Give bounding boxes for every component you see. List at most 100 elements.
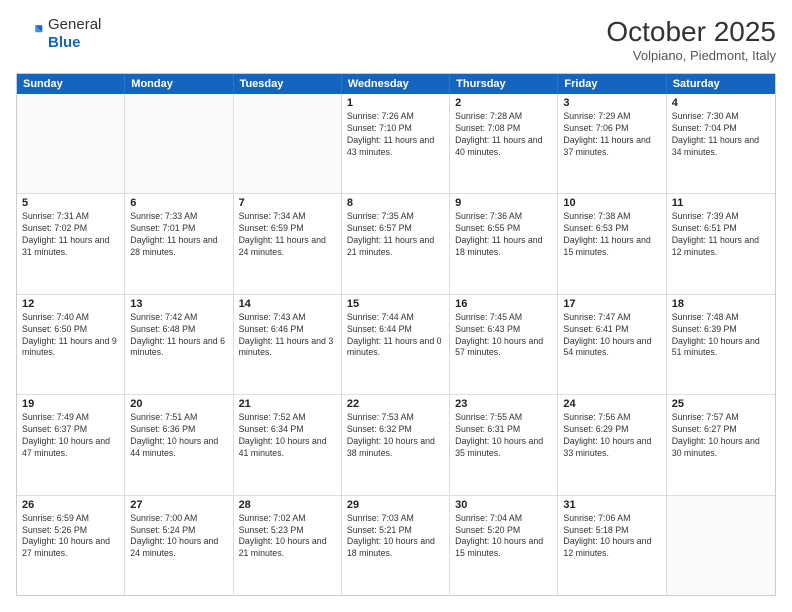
day-cell-4: 4 Sunrise: 7:30 AM Sunset: 7:04 PM Daylig… — [667, 94, 775, 193]
day-detail: Sunrise: 7:04 AM Sunset: 5:20 PM Dayligh… — [455, 513, 552, 561]
calendar-row-2: 12 Sunrise: 7:40 AM Sunset: 6:50 PM Dayli… — [17, 294, 775, 394]
day-cell-13: 13Sunrise: 7:42 AM Sunset: 6:48 PM Dayli… — [125, 295, 233, 394]
header-cell-sunday: Sunday — [17, 74, 125, 94]
day-detail: Sunrise: 7:52 AM Sunset: 6:34 PM Dayligh… — [239, 412, 336, 460]
day-cell-29: 29 Sunrise: 7:03 AM Sunset: 5:21 PM Dayli… — [342, 496, 450, 595]
day-number: 18 — [672, 298, 770, 310]
day-number: 19 — [22, 398, 119, 410]
day-cell-19: 19 Sunrise: 7:49 AM Sunset: 6:37 PM Dayli… — [17, 395, 125, 494]
day-detail: Sunrise: 7:55 AM Sunset: 6:31 PM Dayligh… — [455, 412, 552, 460]
day-detail: Sunrise: 7:38 AM Sunset: 6:53 PM Dayligh… — [563, 211, 660, 259]
day-number: 12 — [22, 298, 119, 310]
title-block: October 2025 Volpiano, Piedmont, Italy — [606, 16, 776, 63]
day-detail: Sunrise: 7:26 AM Sunset: 7:10 PM Dayligh… — [347, 111, 444, 159]
day-detail: Sunrise: 7:45 AM Sunset: 6:43 PM Dayligh… — [455, 312, 552, 360]
day-cell-2: 2 Sunrise: 7:28 AM Sunset: 7:08 PM Daylig… — [450, 94, 558, 193]
day-detail: Sunrise: 7:42 AM Sunset: 6:48 PM Dayligh… — [130, 312, 227, 360]
day-detail: Sunrise: 7:36 AM Sunset: 6:55 PM Dayligh… — [455, 211, 552, 259]
empty-cell-4-6 — [667, 496, 775, 595]
day-cell-27: 27Sunrise: 7:00 AM Sunset: 5:24 PM Dayli… — [125, 496, 233, 595]
empty-cell-0-0 — [17, 94, 125, 193]
day-cell-22: 22 Sunrise: 7:53 AM Sunset: 6:32 PM Dayli… — [342, 395, 450, 494]
page: General Blue October 2025 Volpiano, Pied… — [0, 0, 792, 612]
day-cell-8: 8Sunrise: 7:35 AM Sunset: 6:57 PM Daylig… — [342, 194, 450, 293]
day-number: 5 — [22, 197, 119, 209]
day-number: 11 — [672, 197, 770, 209]
day-cell-30: 30 Sunrise: 7:04 AM Sunset: 5:20 PM Dayli… — [450, 496, 558, 595]
day-number: 28 — [239, 499, 336, 511]
calendar-body: 1 Sunrise: 7:26 AM Sunset: 7:10 PM Daylig… — [17, 94, 775, 595]
day-number: 25 — [672, 398, 770, 410]
day-detail: Sunrise: 7:39 AM Sunset: 6:51 PM Dayligh… — [672, 211, 770, 259]
day-number: 4 — [672, 97, 770, 109]
day-number: 30 — [455, 499, 552, 511]
day-cell-23: 23Sunrise: 7:55 AM Sunset: 6:31 PM Dayli… — [450, 395, 558, 494]
day-cell-18: 18 Sunrise: 7:48 AM Sunset: 6:39 PM Dayli… — [667, 295, 775, 394]
day-cell-3: 3 Sunrise: 7:29 AM Sunset: 7:06 PM Daylig… — [558, 94, 666, 193]
day-detail: Sunrise: 7:43 AM Sunset: 6:46 PM Dayligh… — [239, 312, 336, 360]
day-cell-15: 15Sunrise: 7:44 AM Sunset: 6:44 PM Dayli… — [342, 295, 450, 394]
day-number: 14 — [239, 298, 336, 310]
day-number: 24 — [563, 398, 660, 410]
day-detail: Sunrise: 6:59 AM Sunset: 5:26 PM Dayligh… — [22, 513, 119, 561]
subtitle: Volpiano, Piedmont, Italy — [606, 48, 776, 63]
day-number: 9 — [455, 197, 552, 209]
empty-cell-0-2 — [234, 94, 342, 193]
day-number: 31 — [563, 499, 660, 511]
logo: General Blue — [16, 16, 101, 52]
logo-icon — [16, 20, 44, 48]
day-number: 8 — [347, 197, 444, 209]
header: General Blue October 2025 Volpiano, Pied… — [16, 16, 776, 63]
day-number: 22 — [347, 398, 444, 410]
day-detail: Sunrise: 7:30 AM Sunset: 7:04 PM Dayligh… — [672, 111, 770, 159]
day-detail: Sunrise: 7:06 AM Sunset: 5:18 PM Dayligh… — [563, 513, 660, 561]
calendar-row-0: 1 Sunrise: 7:26 AM Sunset: 7:10 PM Daylig… — [17, 94, 775, 193]
day-number: 3 — [563, 97, 660, 109]
day-cell-17: 17Sunrise: 7:47 AM Sunset: 6:41 PM Dayli… — [558, 295, 666, 394]
day-detail: Sunrise: 7:40 AM Sunset: 6:50 PM Dayligh… — [22, 312, 119, 360]
day-cell-28: 28 Sunrise: 7:02 AM Sunset: 5:23 PM Dayli… — [234, 496, 342, 595]
day-number: 1 — [347, 97, 444, 109]
day-number: 15 — [347, 298, 444, 310]
day-cell-1: 1 Sunrise: 7:26 AM Sunset: 7:10 PM Daylig… — [342, 94, 450, 193]
day-cell-10: 10Sunrise: 7:38 AM Sunset: 6:53 PM Dayli… — [558, 194, 666, 293]
calendar-row-1: 5Sunrise: 7:31 AM Sunset: 7:02 PM Daylig… — [17, 193, 775, 293]
day-detail: Sunrise: 7:00 AM Sunset: 5:24 PM Dayligh… — [130, 513, 227, 561]
day-detail: Sunrise: 7:49 AM Sunset: 6:37 PM Dayligh… — [22, 412, 119, 460]
day-cell-11: 11 Sunrise: 7:39 AM Sunset: 6:51 PM Dayli… — [667, 194, 775, 293]
day-number: 26 — [22, 499, 119, 511]
day-detail: Sunrise: 7:57 AM Sunset: 6:27 PM Dayligh… — [672, 412, 770, 460]
header-cell-saturday: Saturday — [667, 74, 775, 94]
logo-blue: Blue — [48, 34, 81, 51]
day-detail: Sunrise: 7:29 AM Sunset: 7:06 PM Dayligh… — [563, 111, 660, 159]
month-title: October 2025 — [606, 16, 776, 48]
day-detail: Sunrise: 7:47 AM Sunset: 6:41 PM Dayligh… — [563, 312, 660, 360]
day-detail: Sunrise: 7:34 AM Sunset: 6:59 PM Dayligh… — [239, 211, 336, 259]
header-cell-wednesday: Wednesday — [342, 74, 450, 94]
day-number: 20 — [130, 398, 227, 410]
day-detail: Sunrise: 7:48 AM Sunset: 6:39 PM Dayligh… — [672, 312, 770, 360]
day-detail: Sunrise: 7:56 AM Sunset: 6:29 PM Dayligh… — [563, 412, 660, 460]
day-cell-24: 24 Sunrise: 7:56 AM Sunset: 6:29 PM Dayli… — [558, 395, 666, 494]
day-cell-16: 16 Sunrise: 7:45 AM Sunset: 6:43 PM Dayli… — [450, 295, 558, 394]
day-number: 7 — [239, 197, 336, 209]
day-detail: Sunrise: 7:03 AM Sunset: 5:21 PM Dayligh… — [347, 513, 444, 561]
calendar: SundayMondayTuesdayWednesdayThursdayFrid… — [16, 73, 776, 596]
header-cell-thursday: Thursday — [450, 74, 558, 94]
day-cell-6: 6 Sunrise: 7:33 AM Sunset: 7:01 PM Daylig… — [125, 194, 233, 293]
calendar-header: SundayMondayTuesdayWednesdayThursdayFrid… — [17, 74, 775, 94]
day-cell-5: 5Sunrise: 7:31 AM Sunset: 7:02 PM Daylig… — [17, 194, 125, 293]
header-cell-monday: Monday — [125, 74, 233, 94]
day-cell-7: 7 Sunrise: 7:34 AM Sunset: 6:59 PM Daylig… — [234, 194, 342, 293]
day-number: 16 — [455, 298, 552, 310]
calendar-row-3: 19 Sunrise: 7:49 AM Sunset: 6:37 PM Dayli… — [17, 394, 775, 494]
day-detail: Sunrise: 7:02 AM Sunset: 5:23 PM Dayligh… — [239, 513, 336, 561]
day-cell-31: 31 Sunrise: 7:06 AM Sunset: 5:18 PM Dayli… — [558, 496, 666, 595]
day-number: 6 — [130, 197, 227, 209]
day-cell-25: 25 Sunrise: 7:57 AM Sunset: 6:27 PM Dayli… — [667, 395, 775, 494]
day-detail: Sunrise: 7:28 AM Sunset: 7:08 PM Dayligh… — [455, 111, 552, 159]
day-detail: Sunrise: 7:33 AM Sunset: 7:01 PM Dayligh… — [130, 211, 227, 259]
day-detail: Sunrise: 7:53 AM Sunset: 6:32 PM Dayligh… — [347, 412, 444, 460]
day-number: 29 — [347, 499, 444, 511]
day-number: 2 — [455, 97, 552, 109]
